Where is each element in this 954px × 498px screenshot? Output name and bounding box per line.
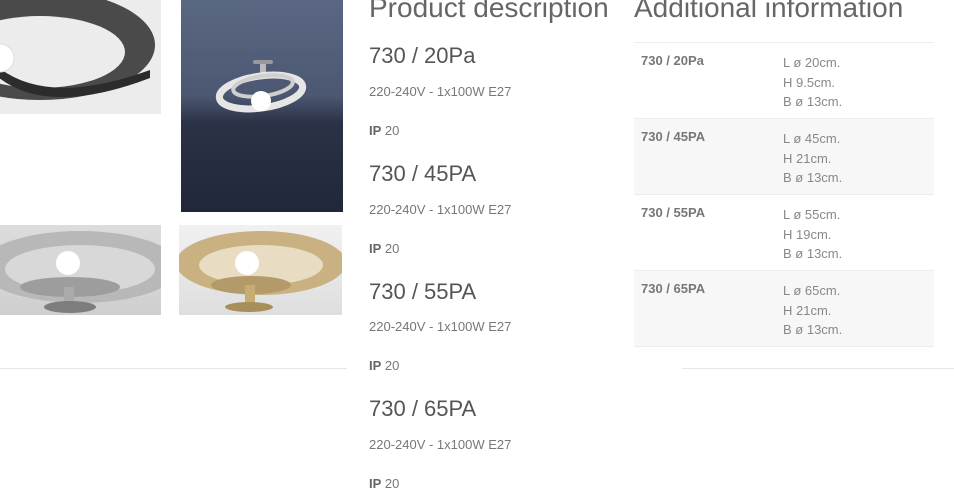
base: B ø 13cm. bbox=[783, 170, 843, 185]
model-name: 730 / 55PA bbox=[369, 279, 477, 304]
model-voltage: 220-240V - 1x100W E27 bbox=[369, 202, 512, 217]
row-dimensions: L ø 20cm. H 9.5cm. B ø 13cm. bbox=[783, 53, 842, 112]
separator-left bbox=[0, 368, 347, 369]
length: L ø 45cm. bbox=[783, 131, 841, 146]
model-voltage: 220-240V - 1x100W E27 bbox=[369, 437, 512, 452]
height: H 19cm. bbox=[783, 226, 832, 242]
length: L ø 65cm. bbox=[783, 283, 841, 298]
height: H 21cm. bbox=[783, 302, 832, 318]
table-row: 730 / 20Pa L ø 20cm. H 9.5cm. B ø 13cm. bbox=[634, 43, 934, 119]
ip-label: IP bbox=[369, 241, 382, 256]
model-ip: IP 20 bbox=[369, 241, 399, 256]
ip-value: 20 bbox=[384, 241, 400, 256]
row-dimensions: L ø 45cm. H 21cm. B ø 13cm. bbox=[783, 129, 842, 188]
length: L ø 20cm. bbox=[783, 55, 841, 70]
height: H 9.5cm. bbox=[783, 74, 836, 90]
ip-label: IP bbox=[369, 123, 382, 138]
row-model: 730 / 45PA bbox=[641, 129, 706, 144]
ip-value: 20 bbox=[384, 123, 400, 138]
model-name: 730 / 65PA bbox=[369, 396, 477, 421]
model-voltage: 220-240V - 1x100W E27 bbox=[369, 84, 512, 99]
table-row: 730 / 65PA L ø 65cm. H 21cm. B ø 13cm. bbox=[634, 271, 934, 347]
row-dimensions: L ø 55cm. H 19cm. B ø 13cm. bbox=[783, 205, 842, 264]
model-voltage: 220-240V - 1x100W E27 bbox=[369, 319, 512, 334]
length: L ø 55cm. bbox=[783, 207, 841, 222]
product-image-silver-ring[interactable] bbox=[0, 225, 161, 315]
ip-value: 20 bbox=[384, 358, 400, 373]
ip-value: 20 bbox=[384, 476, 400, 491]
table-row: 730 / 45PA L ø 45cm. H 21cm. B ø 13cm. bbox=[634, 119, 934, 195]
table-row: 730 / 55PA L ø 55cm. H 19cm. B ø 13cm. bbox=[634, 195, 934, 271]
product-image-white-ring-blue-bg[interactable] bbox=[181, 0, 343, 212]
separator-right bbox=[682, 368, 954, 369]
height: H 21cm. bbox=[783, 150, 832, 166]
additional-information-table: 730 / 20Pa L ø 20cm. H 9.5cm. B ø 13cm. … bbox=[634, 42, 934, 347]
base: B ø 13cm. bbox=[783, 94, 843, 109]
ip-label: IP bbox=[369, 358, 382, 373]
row-model: 730 / 20Pa bbox=[641, 53, 704, 68]
model-ip: IP 20 bbox=[369, 476, 399, 491]
row-model: 730 / 55PA bbox=[641, 205, 706, 220]
row-model: 730 / 65PA bbox=[641, 281, 706, 296]
additional-information-heading: Additional information bbox=[634, 0, 904, 23]
model-ip: IP 20 bbox=[369, 123, 399, 138]
row-dimensions: L ø 65cm. H 21cm. B ø 13cm. bbox=[783, 281, 842, 340]
product-image-black-ring[interactable] bbox=[0, 0, 161, 114]
base: B ø 13cm. bbox=[783, 246, 843, 261]
base: B ø 13cm. bbox=[783, 322, 843, 337]
model-ip: IP 20 bbox=[369, 358, 399, 373]
model-name: 730 / 45PA bbox=[369, 161, 477, 186]
ip-label: IP bbox=[369, 476, 382, 491]
product-description-heading: Product description bbox=[369, 0, 609, 23]
product-image-gold-ring[interactable] bbox=[179, 225, 342, 315]
model-name: 730 / 20Pa bbox=[369, 43, 476, 68]
